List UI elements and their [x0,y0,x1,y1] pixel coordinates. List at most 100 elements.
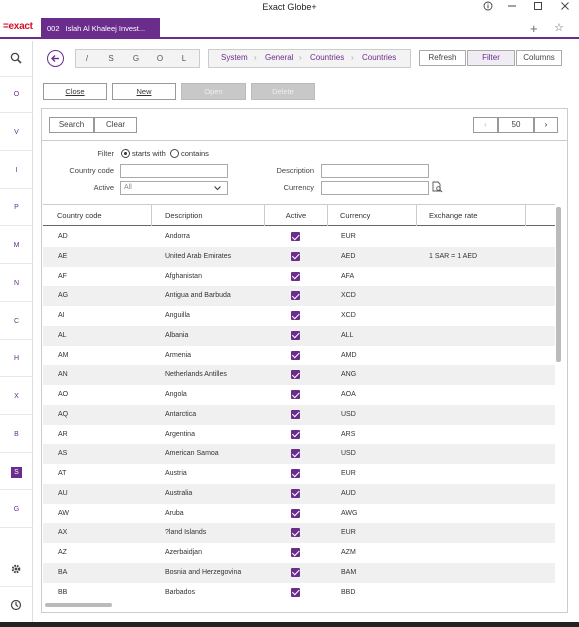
rail-item-b[interactable]: B [0,431,33,438]
rail-item-p[interactable]: P [0,204,33,211]
search-button[interactable]: Search [49,117,94,133]
rail-item-c[interactable]: C [0,318,33,325]
prev-page-button[interactable]: ‹ [473,117,498,133]
table-row[interactable]: AF Afghanistan AFA [43,267,555,287]
table-row[interactable]: AN Netherlands Antilles ANG [43,365,555,385]
help-icon[interactable] [477,1,499,15]
quick-key-s[interactable]: S [101,49,121,68]
country-code-field[interactable] [120,164,228,178]
active-checkbox[interactable] [291,548,300,557]
columns-button[interactable]: Columns [516,50,562,66]
table-row[interactable]: AI Anguilla XCD [43,306,555,326]
active-checkbox[interactable] [291,488,300,498]
refresh-button[interactable]: Refresh [419,50,466,66]
close-icon[interactable] [554,1,576,15]
column-header-active[interactable]: Active [265,205,328,226]
rail-item-v[interactable]: V [0,129,33,136]
country-code-cell: AF [58,272,67,280]
favorite-star-icon[interactable]: ☆ [554,21,564,34]
quick-key-slash[interactable]: / [77,49,97,68]
rail-item-s[interactable]: S [11,467,22,478]
breadcrumb-system[interactable]: System [221,53,248,62]
active-checkbox[interactable] [291,449,300,459]
quick-key-l[interactable]: L [174,49,194,68]
rail-item-m[interactable]: M [0,242,33,249]
quick-key-o[interactable]: O [150,49,170,68]
table-row[interactable]: AX ?land Islands EUR [43,523,555,543]
active-checkbox[interactable] [291,528,300,538]
gear-icon[interactable] [10,563,22,577]
contains-radio[interactable] [170,149,179,158]
history-icon[interactable] [10,599,22,613]
table-row[interactable]: AD Andorra EUR [43,227,555,247]
table-row[interactable]: AU Australia AUD [43,483,555,504]
active-checkbox[interactable] [291,390,300,399]
active-checkbox[interactable] [291,350,300,360]
active-checkbox[interactable] [291,409,300,419]
currency-field[interactable] [321,181,429,195]
active-checkbox[interactable] [291,291,300,301]
back-button[interactable] [47,50,64,67]
search-icon[interactable] [10,52,22,66]
page-size-field[interactable]: 50 [498,117,534,133]
active-checkbox[interactable] [291,271,300,281]
delete-button[interactable]: Delete [251,83,315,100]
starts-with-radio[interactable] [121,149,130,158]
table-row[interactable]: AT Austria EUR [43,464,555,484]
table-row[interactable]: AQ Antarctica USD [43,404,555,425]
quick-key-g[interactable]: G [126,49,146,68]
table-row[interactable]: AS American Samoa USD [43,444,555,464]
rail-item-n[interactable]: N [0,280,33,287]
new-button[interactable]: New [112,83,176,100]
rail-item-x[interactable]: X [0,393,33,400]
table-row[interactable]: AM Armenia AMD [43,346,555,366]
table-row[interactable]: AG Antigua and Barbuda XCD [43,286,555,306]
table-row[interactable]: AL Albania ALL [43,325,555,346]
active-checkbox[interactable] [291,370,300,380]
active-checkbox[interactable] [291,469,300,478]
table-row[interactable]: AW Aruba AWG [43,504,555,524]
active-select[interactable]: All [120,181,228,195]
clear-button[interactable]: Clear [94,117,137,133]
minimize-icon[interactable] [501,1,523,15]
lookup-document-icon[interactable] [432,181,443,195]
description-cell: Aruba [165,509,184,517]
maximize-icon[interactable] [527,1,549,15]
rail-item-i[interactable]: I [0,167,33,174]
table-row[interactable]: AR Argentina ARS [43,425,555,445]
breadcrumb-countries-current[interactable]: Countries [362,53,396,62]
column-header-description[interactable]: Description [152,205,265,226]
country-code-cell: AU [58,489,68,497]
active-checkbox[interactable] [291,232,300,241]
column-header-country-code[interactable]: Country code [43,205,152,226]
description-field[interactable] [321,164,429,178]
active-checkbox[interactable] [291,429,300,439]
vertical-scrollbar[interactable] [556,207,561,362]
rail-item-h[interactable]: H [0,355,33,362]
active-checkbox[interactable] [291,567,300,577]
rail-item-g[interactable]: G [0,506,33,513]
open-button[interactable]: Open [181,83,246,100]
arrow-left-icon [51,55,59,62]
active-checkbox[interactable] [291,508,300,518]
next-page-button[interactable]: › [534,117,558,133]
breadcrumb-countries[interactable]: Countries [310,53,344,62]
add-tab-icon[interactable]: + [530,21,538,36]
column-header-exchange-rate[interactable]: Exchange rate [417,205,526,226]
active-checkbox[interactable] [291,587,300,597]
active-checkbox[interactable] [291,330,300,340]
tab-company[interactable]: 002 Islah Al Khaleej Invest... [41,18,160,39]
table-row[interactable]: AO Angola AOA [43,385,555,405]
table-row[interactable]: BB Barbados BBD [43,583,555,603]
table-row[interactable]: BA Bosnia and Herzegovina BAM [43,562,555,583]
close-button[interactable]: Close [43,83,107,100]
column-header-currency[interactable]: Currency [328,205,417,226]
table-row[interactable]: AE United Arab Emirates AED 1 SAR = 1 AED [43,246,555,267]
rail-item-o[interactable]: O [0,91,33,98]
table-row[interactable]: AZ Azerbaidjan AZM [43,543,555,563]
filter-button[interactable]: Filter [467,50,515,66]
horizontal-scrollbar[interactable] [45,603,112,607]
breadcrumb-general[interactable]: General [265,53,293,62]
active-checkbox[interactable] [291,251,300,261]
active-checkbox[interactable] [291,311,300,320]
